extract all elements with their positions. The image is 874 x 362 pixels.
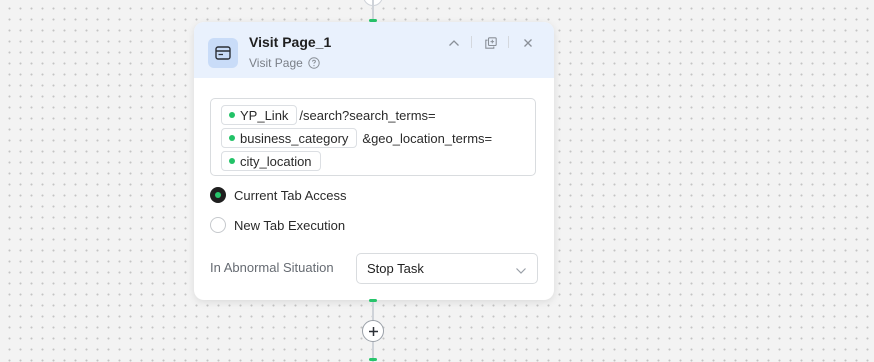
- visit-page-node-card[interactable]: Visit Page_1 Visit Page YP_Link /search?…: [194, 22, 554, 300]
- node-title: Visit Page_1: [249, 34, 332, 50]
- radio-current-tab[interactable]: Current Tab Access: [210, 187, 346, 203]
- variable-dot: [229, 135, 235, 141]
- url-input[interactable]: YP_Link /search?search_terms= business_c…: [210, 98, 536, 176]
- radio-unchecked-icon[interactable]: [210, 217, 226, 233]
- variable-chip[interactable]: YP_Link: [221, 105, 298, 125]
- radio-label: Current Tab Access: [234, 187, 347, 203]
- radio-checked-icon[interactable]: [210, 187, 226, 203]
- connector-dot-bottom: [369, 299, 377, 302]
- header-divider: [471, 36, 472, 48]
- url-row: city_location: [221, 151, 321, 171]
- add-step-button[interactable]: [362, 320, 384, 342]
- node-type-label: Visit Page: [249, 56, 303, 70]
- plus-icon: [368, 326, 378, 336]
- connector-line-bottom: [372, 300, 374, 322]
- browser-window-icon: [208, 38, 238, 68]
- variable-dot: [229, 112, 235, 118]
- help-icon[interactable]: [308, 57, 320, 69]
- variable-dot: [229, 158, 235, 164]
- url-row: business_category &geo_location_terms=: [221, 128, 492, 148]
- url-text: &geo_location_terms=: [362, 130, 493, 146]
- close-icon[interactable]: [519, 34, 537, 52]
- url-text: /search?search_terms=: [299, 107, 436, 123]
- url-row: YP_Link /search?search_terms=: [221, 105, 436, 125]
- node-header: Visit Page_1 Visit Page: [194, 22, 554, 78]
- connector-dot-next: [369, 358, 377, 361]
- select-value: Stop Task: [367, 261, 424, 276]
- chevron-down-icon: [515, 263, 527, 278]
- variable-chip[interactable]: city_location: [221, 151, 321, 171]
- duplicate-icon[interactable]: [482, 34, 500, 52]
- abnormal-action-select[interactable]: Stop Task: [356, 253, 538, 284]
- collapse-icon[interactable]: [445, 34, 463, 52]
- header-divider: [508, 36, 509, 48]
- node-subtitle: Visit Page: [249, 56, 320, 70]
- variable-chip[interactable]: business_category: [221, 128, 358, 148]
- radio-new-tab[interactable]: New Tab Execution: [210, 217, 345, 233]
- abnormal-situation-label: In Abnormal Situation: [210, 260, 334, 275]
- radio-label: New Tab Execution: [234, 217, 346, 233]
